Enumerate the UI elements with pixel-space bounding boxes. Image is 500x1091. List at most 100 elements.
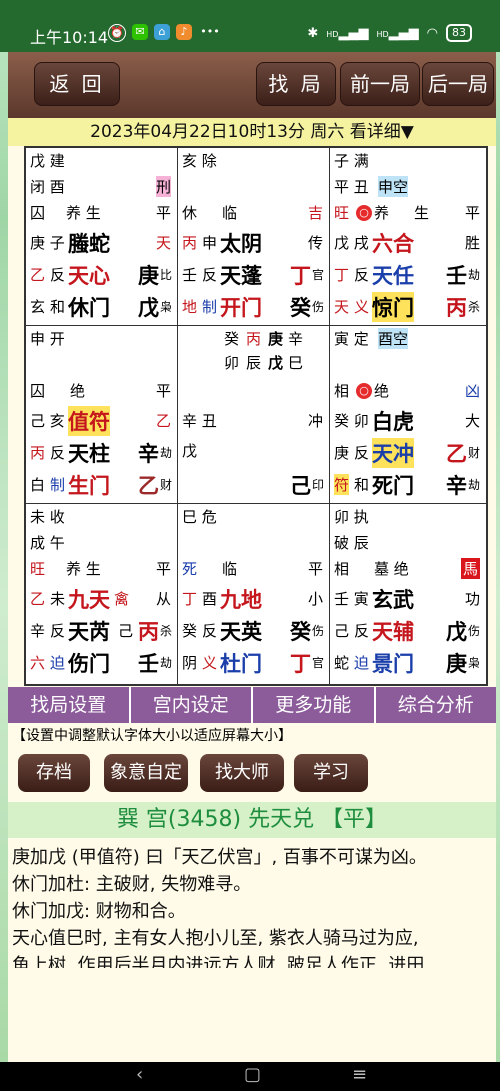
learn-button[interactable]: 学习 — [294, 754, 368, 792]
palace-text: 壬 — [182, 266, 198, 284]
palace-text: 劫 — [468, 268, 481, 282]
marker-icon: ○ — [356, 380, 372, 399]
palace-text: 平 — [155, 382, 171, 400]
palace-text: 玄 — [30, 298, 46, 316]
custom-symbol-button[interactable]: 象意自定 — [104, 754, 188, 792]
palace-text: 庚 子 — [30, 234, 65, 252]
gate-label: 惊门 — [372, 292, 414, 322]
palace-8[interactable]: 巳 危 死临平 丁酉九地小 癸反天英癸伤 阴义杜门丁官 — [178, 504, 330, 684]
palace-text: 养 生 — [66, 560, 101, 578]
menu-more-functions[interactable]: 更多功能 — [253, 687, 376, 723]
stem-label: 丁 — [290, 652, 311, 676]
palace-text: 绝 — [70, 382, 86, 400]
prev-button[interactable]: 前一局 — [340, 62, 420, 106]
palace-text: 平 丑 — [334, 178, 369, 196]
desc-line: 庚加戊 (甲值符) 曰「天乙伏宫」, 百事不可谋为凶。 — [12, 847, 427, 868]
palace-text: 巳 危 — [182, 508, 217, 526]
status-bar: 上午10:14 ⏰ ✉ ⌂ ♪ ••• ✱ HD▂▄▆ HD▂▄▆ ◠ 83 — [0, 0, 500, 52]
palace-text: 墓 绝 — [374, 560, 409, 578]
palace-4[interactable]: 申 开 囚绝平 己 亥值符乙 丙反天柱辛劫 白制生门乙财 — [26, 326, 178, 504]
palace-text: 白 — [30, 476, 46, 494]
palace-2[interactable]: 亥 除 休 临 吉 丙申太阴 传 壬反天蓬 丁官 地制开门 癸伤 — [178, 148, 330, 326]
next-button[interactable]: 后一局 — [422, 62, 494, 106]
palace-text: 反 — [202, 622, 218, 640]
palace-text: 劫 — [160, 656, 173, 670]
app2-icon: ♪ — [176, 24, 192, 40]
palace-text: 壬 寅 — [334, 590, 369, 608]
marker-icon: ○ — [356, 202, 372, 221]
gate-label: 开门 — [220, 296, 262, 320]
palace-text: 己 亥 — [30, 412, 65, 430]
palace-text: 禽 — [114, 590, 130, 608]
qimen-grid: 戊 建 闭 酉刑 囚养 生平 庚 子螣蛇天 乙反天心庚比 玄和休门戊枭 亥 除 … — [24, 146, 488, 686]
star-label: 天冲 — [372, 438, 414, 468]
palace-text: 平 — [155, 560, 171, 578]
palace-center[interactable]: 癸丙庚辛 卯辰戊巳 辛 丑冲 戊 己印 — [178, 326, 330, 504]
palace-text: 庚 — [268, 330, 284, 348]
palace-text: 相 — [334, 560, 350, 578]
palace-text: 伤 — [312, 300, 325, 314]
signal2-icon: HD▂▄▆ — [376, 25, 419, 41]
palace-text: 己 — [334, 622, 350, 640]
star-label: 天芮 — [68, 620, 110, 644]
stem-label: 丁 — [290, 264, 311, 288]
stem-label: 壬 — [446, 264, 467, 288]
palace-1[interactable]: 戊 建 闭 酉 刑 囚 养 生 平 庚 子螣蛇 天 乙反天心 庚比 玄和休门 戊枭 — [26, 148, 178, 326]
menu-find-settings[interactable]: 找局设置 — [8, 687, 131, 723]
palace-9[interactable]: 卯 执 破 辰 相 墓 绝 馬 壬 寅玄武 功 己反天辅 戊伤 蛇迫景门 庚枭 — [330, 504, 486, 684]
stem-label: 丙 — [138, 620, 159, 644]
palace-text: 养 — [374, 204, 390, 222]
palace-text: 小 — [307, 590, 323, 608]
palace-text: 养 生 — [66, 204, 101, 222]
palace-text: 比 — [160, 268, 173, 282]
deity-label: 螣蛇 — [68, 232, 110, 256]
palace-text: 酉 — [202, 590, 218, 608]
stem-label: 戊 — [138, 296, 159, 320]
palace-3[interactable]: 子 满 平 丑申空 旺 ○ 养 生 平 戊 戌六合 胜 丁反天任 壬劫 天义惊门 丙杀 — [330, 148, 486, 326]
palace-text: 平 — [155, 204, 171, 222]
nav-home-icon[interactable]: ▢ — [244, 1064, 261, 1085]
save-button[interactable]: 存档 — [18, 754, 90, 792]
menu-analysis[interactable]: 综合分析 — [376, 687, 497, 723]
palace-text: 亥 除 — [182, 152, 217, 170]
palace-description: 庚加戊 (甲值符) 曰「天乙伏宫」, 百事不可谋为凶。 休门加杜: 主破财, 失… — [12, 844, 492, 968]
palace-text: 庚 — [334, 444, 350, 462]
palace-text: 劫 — [468, 478, 481, 492]
palace-text: 功 — [464, 590, 480, 608]
palace-6[interactable]: 寅 定酉空 相 ○ 绝 凶 癸 卯白虎 大 庚反天冲 乙财 符和死门 辛劫 — [330, 326, 486, 504]
palace-text: 卯 执 — [334, 508, 369, 526]
palace-text: 六 — [30, 654, 46, 672]
palace-text: 伤 — [312, 624, 325, 638]
date-bar[interactable]: 2023年04月22日10时13分 周六 看详细▼ — [8, 118, 496, 146]
gate-label: 休门 — [68, 296, 110, 320]
palace-text: 冲 — [307, 412, 323, 430]
palace-text: 乙 — [30, 590, 46, 608]
palace-detail-title: 巽 宫(3458) 先天兑 【平】 — [8, 802, 496, 838]
desc-line: 休门加戊: 财物和合。 — [12, 901, 186, 922]
nav-recents-icon[interactable]: ≡ — [352, 1064, 367, 1085]
palace-text: 符 — [334, 474, 350, 495]
palace-text: 蛇 — [334, 654, 350, 672]
palace-text: 乙 — [155, 412, 171, 430]
palace-text: 财 — [160, 478, 173, 492]
menu-palace-settings[interactable]: 宫内设定 — [131, 687, 253, 723]
palace-text: 丁 — [334, 266, 350, 284]
palace-7[interactable]: 未 收 成 午 旺 养 生 平 乙未九天禽 从 辛反天芮己丙杀 六迫伤门 壬劫 — [26, 504, 178, 684]
find-master-button[interactable]: 找大师 — [200, 754, 284, 792]
star-label: 天英 — [220, 620, 262, 644]
palace-text: 印 — [312, 478, 325, 492]
find-button[interactable]: 找 局 — [256, 62, 336, 106]
star-label: 天任 — [372, 264, 414, 288]
palace-text: 反 — [354, 622, 370, 640]
stem-label: 乙 — [446, 442, 467, 466]
palace-text: 迫 — [50, 654, 66, 672]
palace-text: 反 — [354, 444, 370, 462]
palace-text: 反 — [202, 266, 218, 284]
palace-text: 伤 — [468, 624, 481, 638]
palace-text: 辛 丑 — [182, 412, 217, 430]
battery-icon: 83 — [446, 24, 472, 42]
back-button[interactable]: 返 回 — [34, 62, 120, 106]
nav-back-icon[interactable]: ‹ — [136, 1064, 143, 1085]
stem-label: 丙 — [446, 296, 467, 320]
palace-text: 乙 — [30, 266, 46, 284]
